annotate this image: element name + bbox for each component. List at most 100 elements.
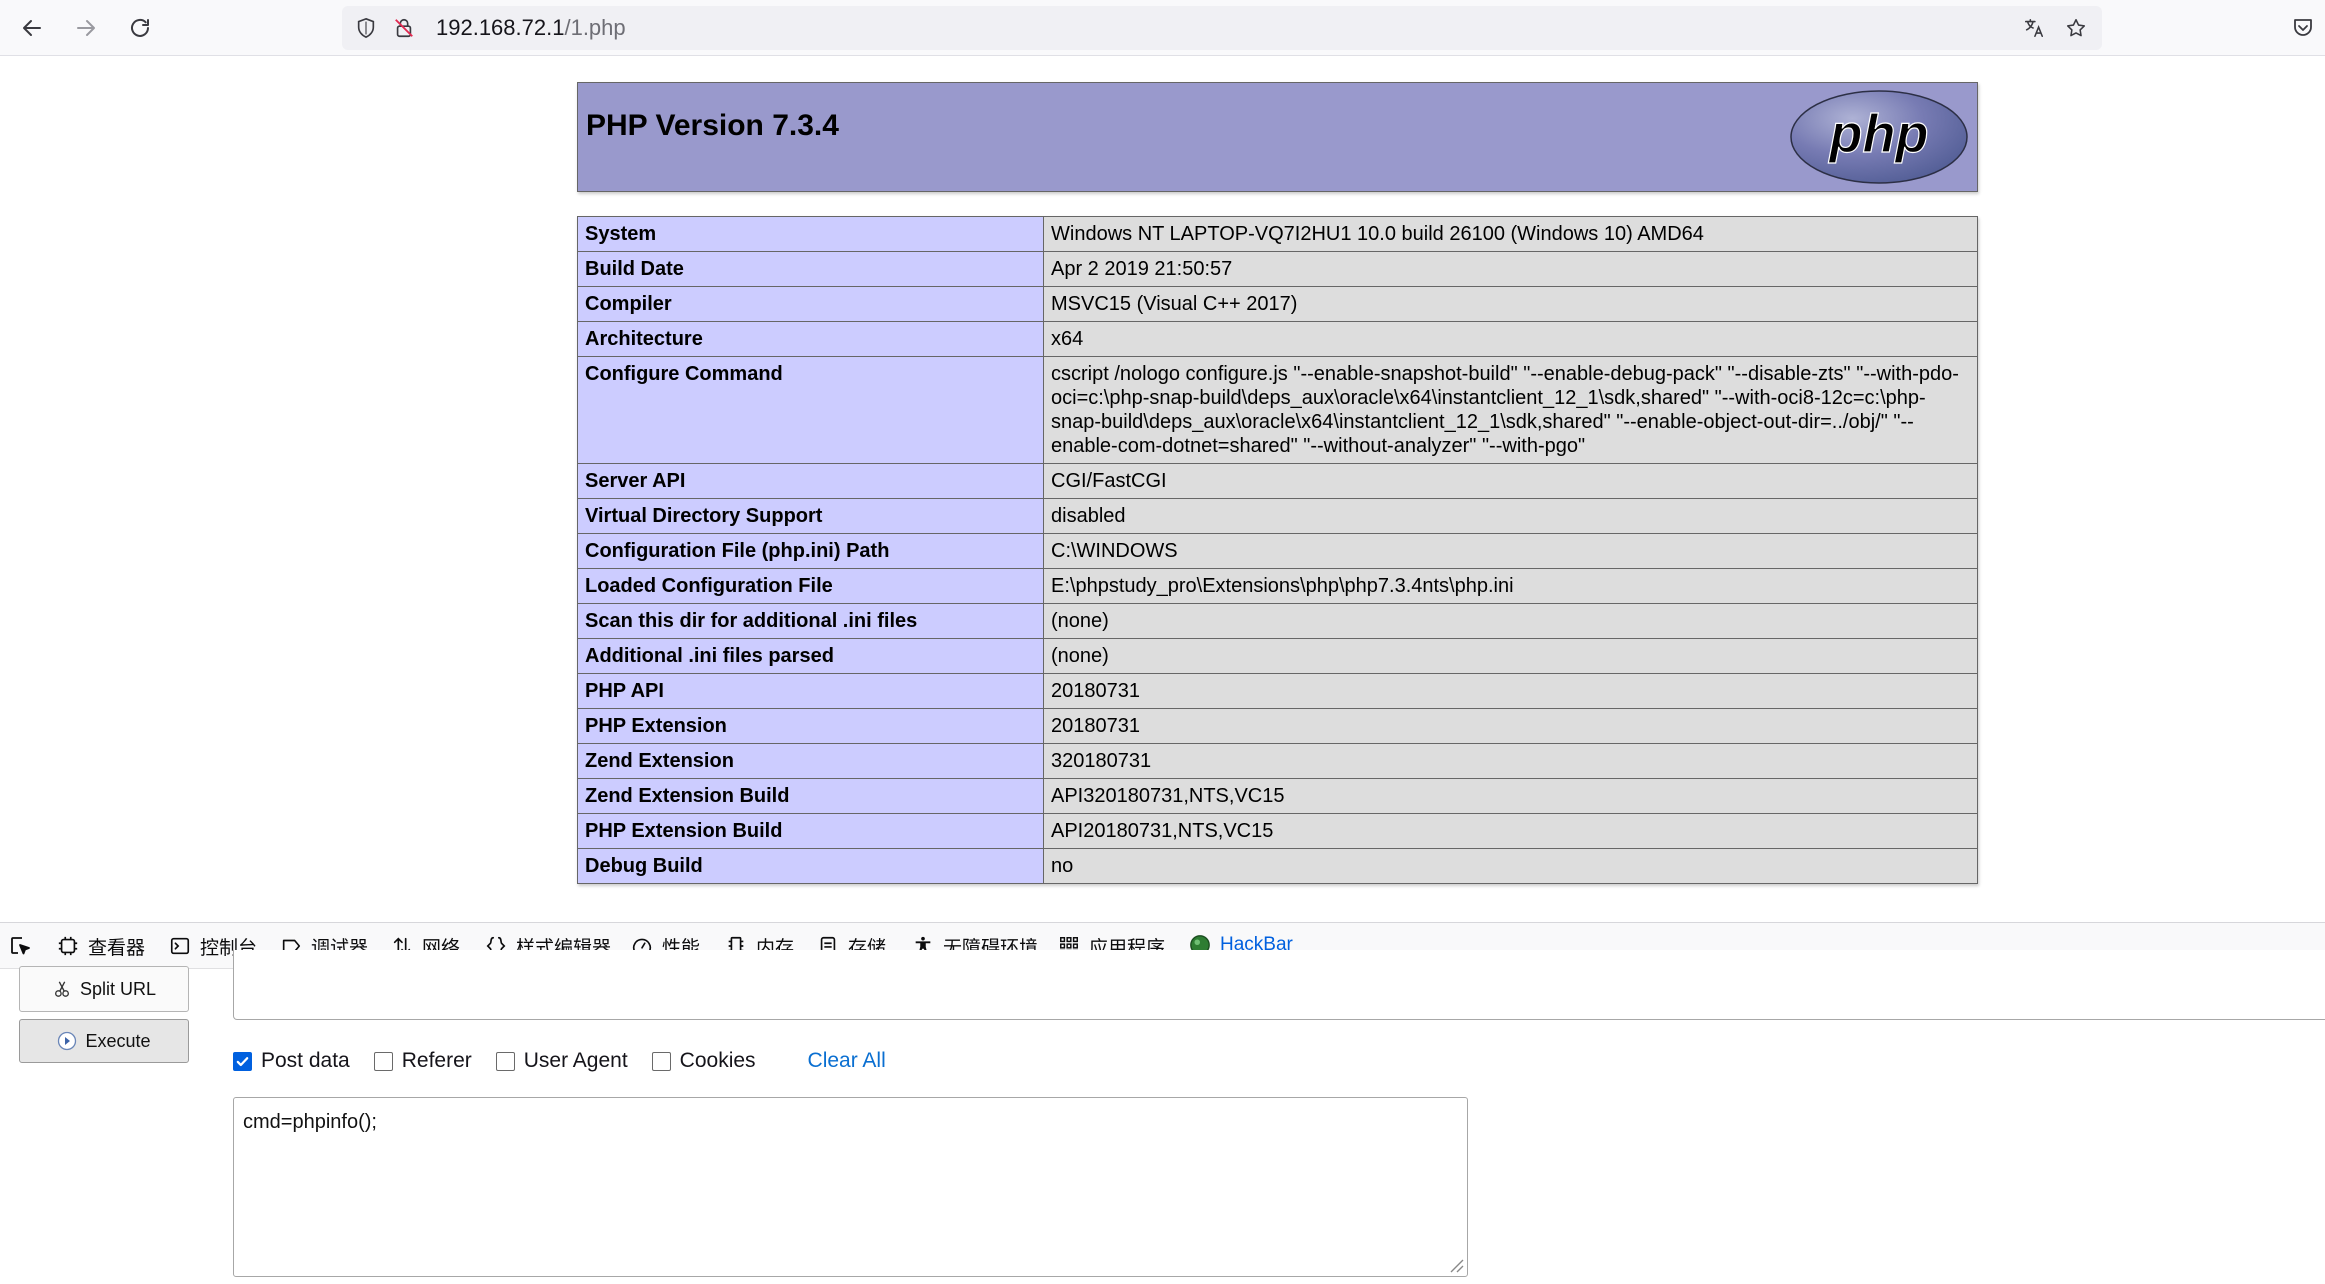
url-text[interactable]: 192.168.72.1/1.php <box>436 17 626 39</box>
info-key: System <box>577 216 1044 252</box>
info-value: no <box>1043 848 1978 884</box>
devtools-tab-label: 查看器 <box>88 937 146 959</box>
info-key: Scan this dir for additional .ini files <box>577 603 1044 639</box>
option-label: Cookies <box>679 1049 756 1072</box>
php-logo: php <box>1790 90 1968 184</box>
info-value: Apr 2 2019 21:50:57 <box>1043 251 1978 287</box>
info-value: 20180731 <box>1043 673 1978 709</box>
info-key: Configure Command <box>577 356 1044 464</box>
info-row: Configure Command cscript /nologo configu… <box>577 356 1978 464</box>
php-info-table: System Windows NT LAPTOP-VQ7I2HU1 10.0 bu… <box>577 216 1978 884</box>
info-value: 320180731 <box>1043 743 1978 779</box>
info-key: Zend Extension Build <box>577 778 1044 814</box>
info-key: PHP API <box>577 673 1044 709</box>
info-value: 20180731 <box>1043 708 1978 744</box>
pocket-icon <box>2294 19 2312 36</box>
execute-button[interactable]: Execute <box>19 1019 189 1063</box>
post-data-value: cmd=phpinfo(); <box>243 1111 377 1133</box>
clear-all-link[interactable]: Clear All <box>808 1049 886 1073</box>
info-key: PHP Extension Build <box>577 813 1044 849</box>
info-value: x64 <box>1043 321 1978 357</box>
checkbox[interactable] <box>373 1051 393 1071</box>
info-value: (none) <box>1043 603 1978 639</box>
option-label: User Agent <box>523 1049 628 1072</box>
info-value: API320180731,NTS,VC15 <box>1043 778 1978 814</box>
back-arrow-icon <box>23 20 41 36</box>
option-cookies[interactable]: Cookies <box>651 1049 756 1073</box>
info-value: Windows NT LAPTOP-VQ7I2HU1 10.0 build 26… <box>1043 216 1978 252</box>
php-version-header: PHP Version 7.3.4 php <box>577 82 1978 192</box>
translate-icon[interactable] <box>2022 16 2046 40</box>
split-url-label: Split URL <box>79 978 157 999</box>
option-referer[interactable]: Referer <box>373 1049 472 1073</box>
pocket-button[interactable] <box>2285 10 2321 46</box>
info-key: Debug Build <box>577 848 1044 884</box>
option-label: Referer <box>401 1049 472 1072</box>
checkbox[interactable] <box>495 1051 515 1071</box>
info-row: System Windows NT LAPTOP-VQ7I2HU1 10.0 bu… <box>577 216 1978 252</box>
hackbar-options: Post data Referer User Agent Cookies Clear … <box>233 1046 886 1076</box>
info-key: PHP Extension <box>577 708 1044 744</box>
url-bar[interactable]: 192.168.72.1/1.php <box>342 6 2102 50</box>
info-row: Loaded Configuration File E:\phpstudy_pro… <box>577 568 1978 604</box>
info-key: Additional .ini files parsed <box>577 638 1044 674</box>
info-row: Server API CGI/FastCGI <box>577 463 1978 499</box>
url-path: /1.php <box>564 15 626 40</box>
info-row: Configuration File (php.ini) Path C:\WIND… <box>577 533 1978 569</box>
checkbox[interactable] <box>233 1051 252 1071</box>
forward-arrow-icon <box>77 20 95 36</box>
info-key: Server API <box>577 463 1044 499</box>
info-key: Virtual Directory Support <box>577 498 1044 534</box>
back-button[interactable] <box>14 10 50 46</box>
element-picker-button[interactable] <box>6 934 34 958</box>
info-value: CGI/FastCGI <box>1043 463 1978 499</box>
info-value: disabled <box>1043 498 1978 534</box>
info-value: (none) <box>1043 638 1978 674</box>
option-user-agent[interactable]: User Agent <box>495 1049 628 1073</box>
info-row: Additional .ini files parsed (none) <box>577 638 1978 674</box>
option-label: Post data <box>261 1049 350 1072</box>
info-row: Zend Extension 320180731 <box>577 743 1978 779</box>
info-row: PHP Extension Build API20180731,NTS,VC15 <box>577 813 1978 849</box>
php-version-title: PHP Version 7.3.4 <box>586 109 839 142</box>
element-picker-icon <box>11 937 30 955</box>
info-row: Virtual Directory Support disabled <box>577 498 1978 534</box>
url-host: 192.168.72.1 <box>436 15 565 40</box>
console-icon <box>168 934 192 958</box>
info-row: Zend Extension Build API320180731,NTS,VC1… <box>577 778 1978 814</box>
info-row: PHP API 20180731 <box>577 673 1978 709</box>
devtools-tab-inspector[interactable]: 查看器 <box>56 923 145 969</box>
info-value: cscript /nologo configure.js "--enable-s… <box>1043 356 1978 464</box>
info-row: Architecture x64 <box>577 321 1978 357</box>
info-key: Zend Extension <box>577 743 1044 779</box>
bookmark-star-icon[interactable] <box>2064 16 2088 40</box>
info-row: Compiler MSVC15 (Visual C++ 2017) <box>577 286 1978 322</box>
inspector-icon <box>56 934 80 958</box>
info-key: Configuration File (php.ini) Path <box>577 533 1044 569</box>
shield-icon[interactable] <box>354 16 378 40</box>
info-key: Build Date <box>577 251 1044 287</box>
post-data-textarea[interactable]: cmd=phpinfo(); <box>233 1097 1468 1277</box>
reload-button[interactable] <box>122 10 158 46</box>
info-key: Architecture <box>577 321 1044 357</box>
split-url-button[interactable]: Split URL <box>19 966 189 1012</box>
forward-button[interactable] <box>68 10 104 46</box>
play-icon <box>57 1031 77 1051</box>
scissors-icon <box>52 979 72 999</box>
resize-grip-icon[interactable] <box>1446 1255 1464 1273</box>
info-value: C:\WINDOWS <box>1043 533 1978 569</box>
insecure-lock-icon[interactable] <box>392 16 416 40</box>
info-key: Compiler <box>577 286 1044 322</box>
info-key: Loaded Configuration File <box>577 568 1044 604</box>
info-row: Debug Build no <box>577 848 1978 884</box>
option-post-data[interactable]: Post data <box>233 1049 350 1073</box>
info-value: API20180731,NTS,VC15 <box>1043 813 1978 849</box>
info-row: Scan this dir for additional .ini files(… <box>577 603 1978 639</box>
info-row: Build Date Apr 2 2019 21:50:57 <box>577 251 1978 287</box>
info-value: MSVC15 (Visual C++ 2017) <box>1043 286 1978 322</box>
php-logo-text: php <box>1828 104 1929 164</box>
info-row: PHP Extension 20180731 <box>577 708 1978 744</box>
checkbox[interactable] <box>651 1051 671 1071</box>
execute-label: Execute <box>85 1030 151 1051</box>
hackbar-url-textarea[interactable] <box>233 950 2325 1020</box>
